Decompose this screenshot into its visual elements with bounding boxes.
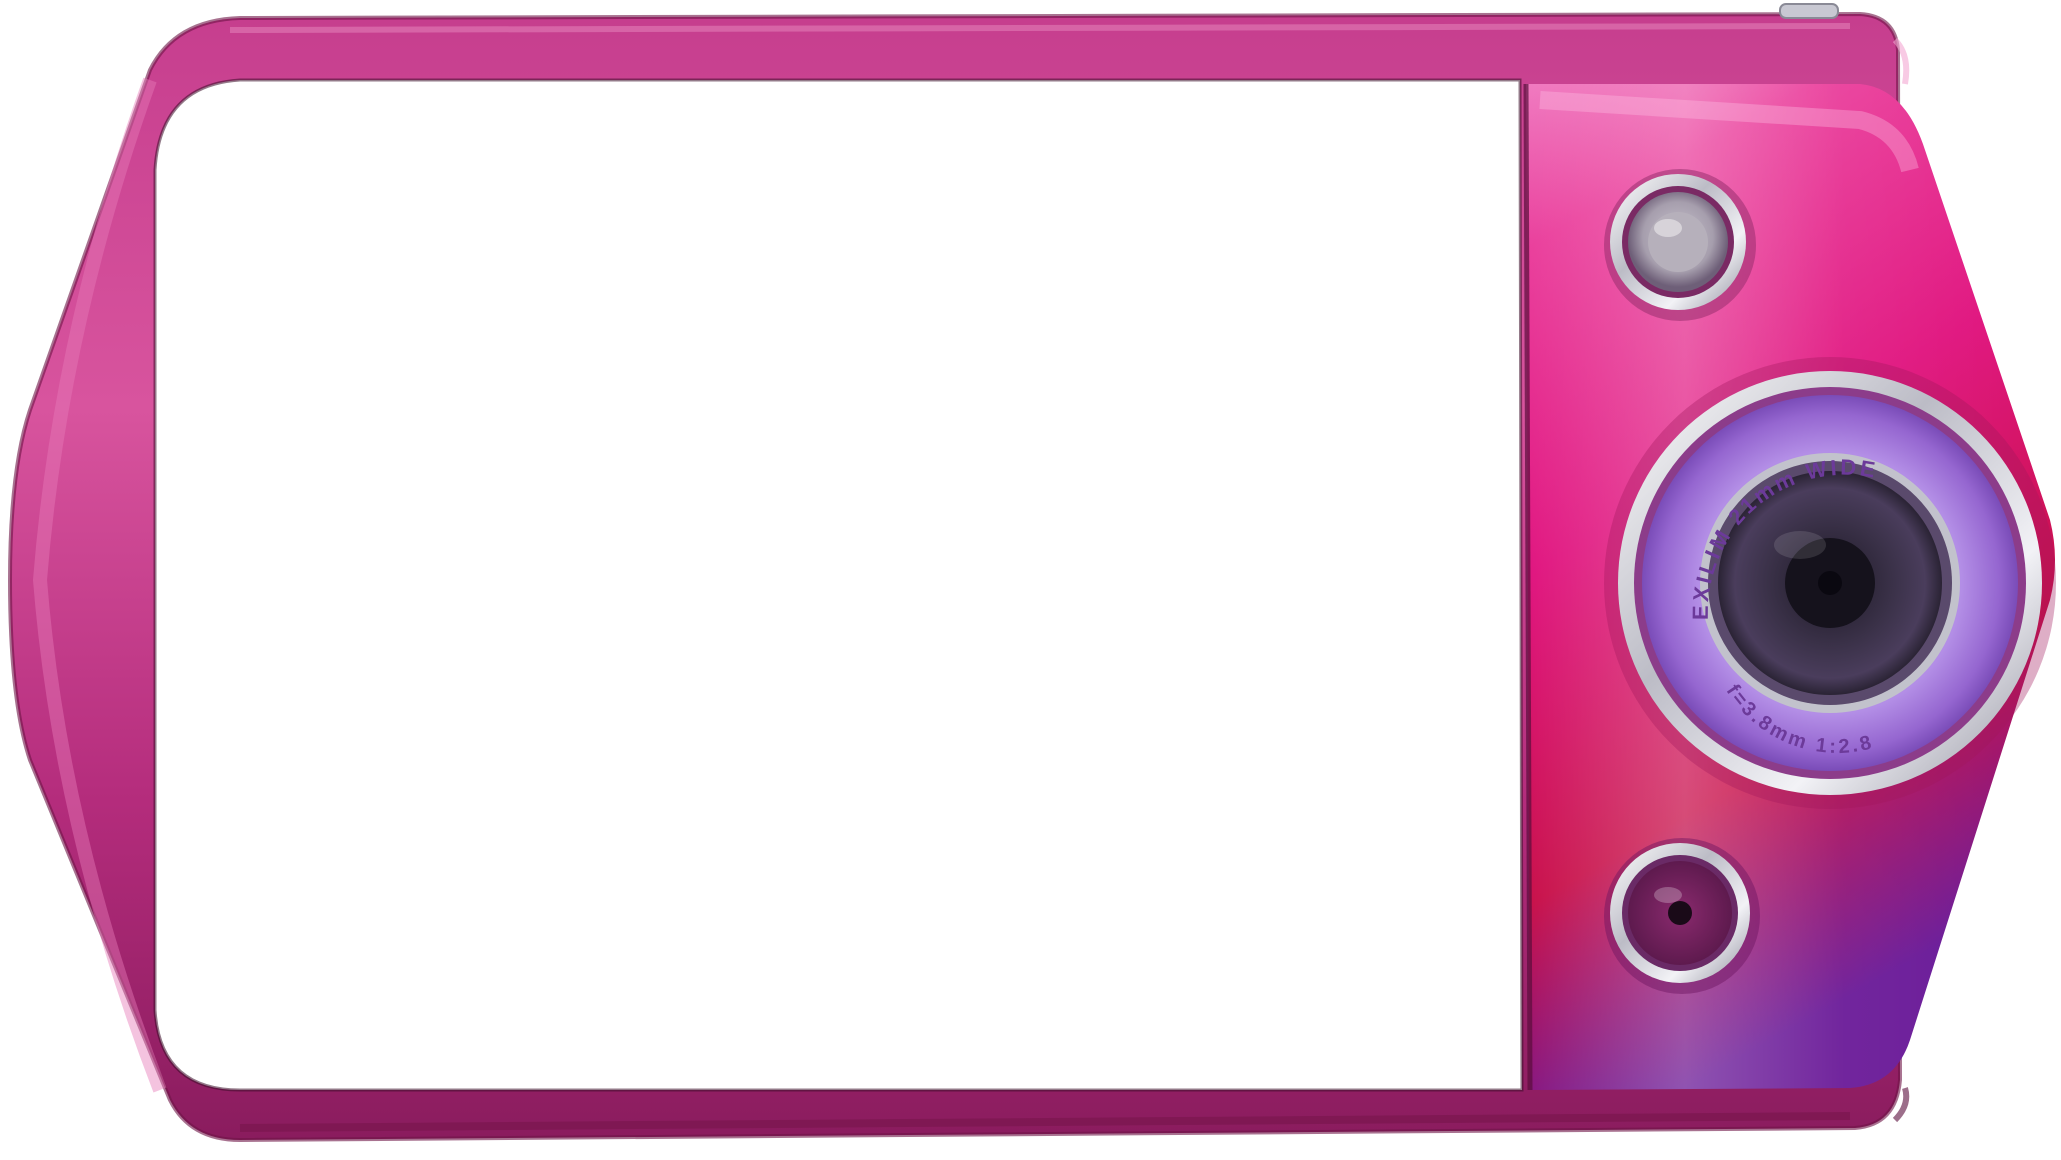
camera-frame-overlay: EXILIM 21mm WIDE f=3.8mm 1:2.8 [0, 0, 2061, 1160]
main-lens-icon: EXILIM 21mm WIDE f=3.8mm 1:2.8 [1604, 357, 2056, 809]
camera-illustration: EXILIM 21mm WIDE f=3.8mm 1:2.8 [7, 3, 2056, 1143]
shutter-button [1779, 3, 1839, 19]
screen-area [155, 80, 1522, 1090]
flash-icon [1604, 838, 1760, 994]
sensor-lens-icon [1604, 169, 1756, 321]
